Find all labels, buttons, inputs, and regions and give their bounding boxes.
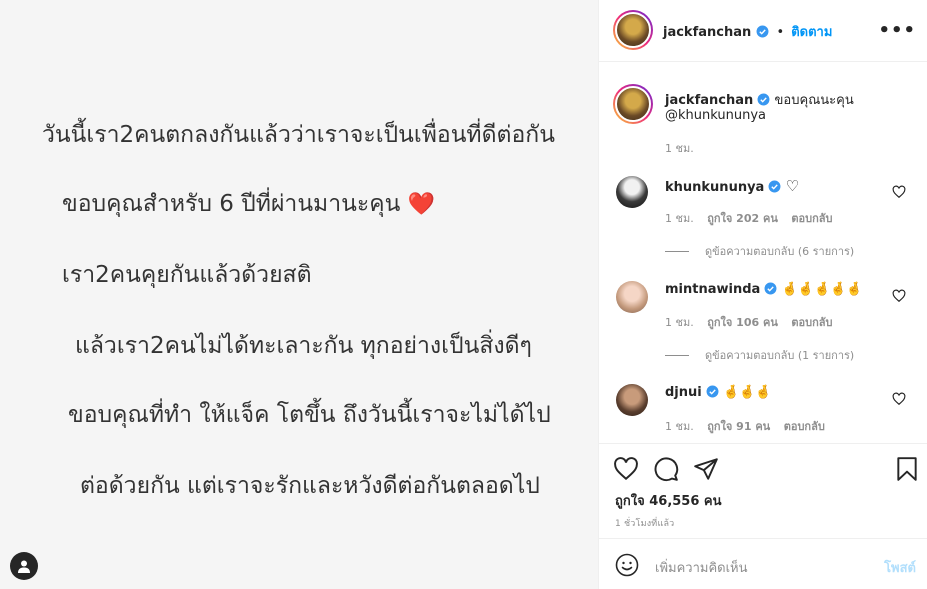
comment-username[interactable]: khunkununya — [665, 180, 764, 195]
post-comment-button[interactable]: โพสต์ — [884, 557, 916, 578]
reply-button[interactable]: ตอบกลับ — [791, 212, 832, 225]
comment-likes[interactable]: ถูกใจ 91 คน — [707, 420, 770, 433]
verified-badge-icon — [757, 93, 770, 106]
image-text-line: ขอบคุณสำหรับ 6 ปีที่ผ่านมานะคุน ❤️ — [62, 191, 436, 217]
comment-meta: 1 ชม. ถูกใจ 202 คน ตอบกลับ — [665, 209, 842, 227]
comment-text: khunkununya ♡ — [665, 177, 799, 195]
divider — [665, 250, 689, 252]
comment-likes[interactable]: ถูกใจ 202 คน — [707, 212, 778, 225]
comment-text: mintnawinda 🤞🤞🤞🤞🤞 — [665, 282, 863, 297]
likes-count[interactable]: ถูกใจ 46,556 คน — [615, 490, 722, 511]
post-header: jackfanchan • ติดตาม ••• — [599, 0, 927, 62]
like-comment-heart-icon[interactable] — [892, 289, 906, 303]
comment-meta: 1 ชม. ถูกใจ 91 คน ตอบกลับ — [665, 417, 835, 435]
action-bar: ถูกใจ 46,556 คน 1 ชั่วโมงที่แล้ว — [599, 443, 927, 538]
avatar[interactable] — [616, 384, 648, 416]
image-text-line: แล้วเรา2คนไม่ได้ทะเลาะกัน ทุกอย่างเป็นสิ… — [75, 333, 532, 359]
header-username[interactable]: jackfanchan — [663, 25, 751, 40]
follow-button[interactable]: ติดตาม — [791, 25, 832, 40]
image-text-line: ต่อด้วยกัน แต่เราจะรักและหวังดีต่อกันตลอ… — [80, 473, 540, 499]
tagged-users-button[interactable] — [10, 552, 38, 580]
caption-username[interactable]: jackfanchan — [665, 93, 753, 108]
like-comment-heart-icon[interactable] — [892, 392, 906, 406]
comment-body: 🤞🤞🤞🤞🤞 — [781, 282, 863, 297]
comment-username[interactable]: djnui — [665, 385, 702, 400]
verified-badge-icon — [769, 180, 781, 193]
caption: jackfanchan ขอบคุณนะคุน — [665, 89, 854, 110]
comment-likes[interactable]: ถูกใจ 106 คน — [707, 316, 778, 329]
avatar[interactable] — [613, 10, 653, 50]
view-replies-label: ดูข้อความตอบกลับ (6 รายการ) — [705, 245, 855, 258]
separator-dot: • — [776, 25, 785, 40]
caption-time: 1 ชม. — [665, 142, 694, 155]
image-text-line: วันนี้เรา2คนตกลงกันแล้วว่าเราจะเป็นเพื่อ… — [42, 122, 555, 148]
comment-body: ♡ — [785, 177, 800, 195]
comments-list[interactable]: jackfanchan ขอบคุณนะคุน @khunkununya 1 ช… — [599, 63, 927, 443]
comment-username[interactable]: mintnawinda — [665, 282, 760, 297]
avatar[interactable] — [616, 176, 648, 208]
comment-meta: 1 ชม. ถูกใจ 106 คน ตอบกลับ — [665, 313, 842, 331]
comment-body: 🤞🤞🤞 — [723, 385, 772, 400]
post-timestamp[interactable]: 1 ชั่วโมงที่แล้ว — [615, 516, 674, 530]
verified-badge-icon — [756, 25, 769, 38]
save-bookmark-icon[interactable] — [894, 456, 920, 482]
image-text-line: ขอบคุณที่ทำ ให้แจ็ค โตขึ้น ถึงวันนี้เราจ… — [68, 402, 551, 428]
reply-button[interactable]: ตอบกลับ — [791, 316, 832, 329]
view-replies-button[interactable]: ดูข้อความตอบกลับ (6 รายการ) — [665, 242, 854, 260]
divider — [665, 354, 689, 356]
comment-time: 1 ชม. — [665, 420, 694, 433]
post-image[interactable]: วันนี้เรา2คนตกลงกันแล้วว่าเราจะเป็นเพื่อ… — [0, 0, 598, 589]
avatar[interactable] — [613, 84, 653, 124]
red-heart-emoji: ❤️ — [407, 192, 436, 217]
caption-text: ขอบคุณนะคุน — [774, 93, 854, 108]
more-options-button[interactable]: ••• — [878, 20, 916, 41]
comment-time: 1 ชม. — [665, 212, 694, 225]
caption-mention[interactable]: @khunkununya — [665, 108, 766, 123]
reply-button[interactable]: ตอบกลับ — [784, 420, 825, 433]
avatar[interactable] — [616, 281, 648, 313]
emoji-smiley-icon[interactable] — [615, 553, 639, 577]
post-sidebar: jackfanchan • ติดตาม ••• jackfanchan ขอบ… — [598, 0, 927, 589]
verified-badge-icon — [706, 385, 719, 398]
comment-bubble-icon[interactable] — [653, 456, 679, 482]
like-comment-heart-icon[interactable] — [892, 185, 906, 199]
user-icon — [18, 560, 30, 573]
like-heart-icon[interactable] — [613, 456, 639, 482]
comment-input[interactable]: เพิ่มความคิดเห็น — [655, 557, 748, 578]
share-paper-plane-icon[interactable] — [693, 456, 719, 482]
image-text-line: เรา2คนคุยกันแล้วด้วยสติ — [62, 262, 312, 288]
add-comment-bar: เพิ่มความคิดเห็น โพสต์ — [599, 538, 927, 589]
comment-time: 1 ชม. — [665, 316, 694, 329]
verified-badge-icon — [764, 282, 777, 295]
view-replies-label: ดูข้อความตอบกลับ (1 รายการ) — [705, 349, 855, 362]
view-replies-button[interactable]: ดูข้อความตอบกลับ (1 รายการ) — [665, 346, 854, 364]
comment-text: djnui 🤞🤞🤞 — [665, 385, 772, 400]
